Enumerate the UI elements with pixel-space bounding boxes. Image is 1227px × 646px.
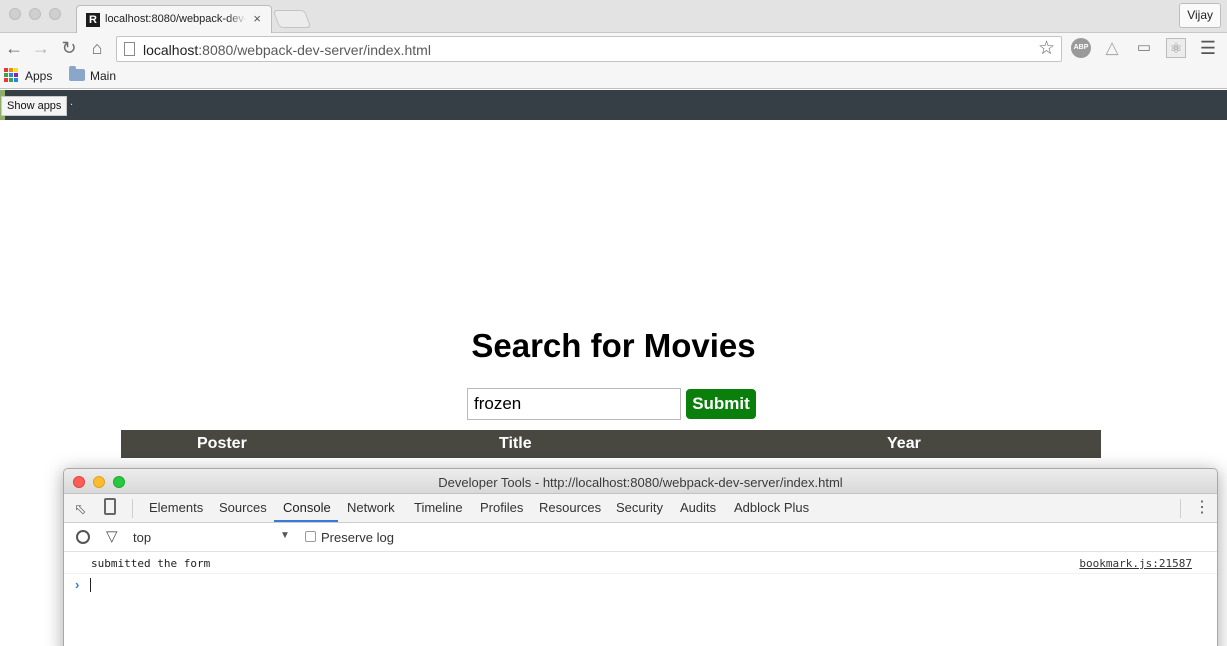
- console-message-text: submitted the form: [91, 557, 211, 570]
- tab-profiles[interactable]: Profiles: [480, 500, 523, 515]
- devtools-title: Developer Tools - http://localhost:8080/…: [438, 475, 843, 490]
- movie-search-input[interactable]: frozen: [467, 388, 681, 420]
- page-top-bar: [0, 90, 1227, 120]
- home-icon[interactable]: ⌂: [87, 37, 107, 59]
- profile-button[interactable]: Vijay: [1179, 3, 1221, 28]
- results-table-header: Poster Title Year: [121, 430, 1101, 458]
- filter-icon[interactable]: ▽: [106, 527, 118, 545]
- dropdown-arrow-icon[interactable]: ▼: [280, 530, 290, 541]
- new-tab-button[interactable]: [272, 10, 312, 28]
- window-minimize-button[interactable]: [29, 8, 41, 20]
- browser-tab-active[interactable]: R localhost:8080/webpack-dev-server/inde…: [76, 5, 272, 34]
- apps-grid-dot: [4, 78, 8, 82]
- preserve-log-label: Preserve log: [321, 530, 394, 545]
- apps-grid-dot: [9, 73, 13, 77]
- back-arrow-icon[interactable]: ←: [4, 37, 24, 59]
- window-close-button[interactable]: [9, 8, 21, 20]
- bookmark-apps[interactable]: Apps: [25, 69, 52, 83]
- tab-adblock-plus[interactable]: Adblock Plus: [734, 500, 809, 515]
- browser-tab-strip: R localhost:8080/webpack-dev-server/inde…: [0, 0, 1227, 34]
- submit-button[interactable]: Submit: [686, 389, 756, 419]
- inspect-element-icon[interactable]: ⬁: [74, 500, 87, 518]
- folder-icon: [69, 66, 85, 81]
- context-selector[interactable]: top: [133, 530, 151, 545]
- tab-audits[interactable]: Audits: [680, 500, 716, 515]
- tab-network[interactable]: Network: [347, 500, 395, 515]
- apps-grid-dot: [4, 73, 8, 77]
- tab-resources[interactable]: Resources: [539, 500, 601, 515]
- console-message: submitted the form bookmark.js:21587: [64, 553, 1217, 574]
- toolbar-divider: [132, 499, 133, 518]
- address-bar[interactable]: localhost:8080/webpack-dev-server/index.…: [116, 36, 1062, 62]
- url-path: :8080/webpack-dev-server/index.html: [198, 42, 431, 58]
- clear-console-icon[interactable]: [76, 530, 90, 544]
- tab-sources[interactable]: Sources: [219, 500, 267, 515]
- browser-toolbar: ← → ↻ ⌂ localhost:8080/webpack-dev-serve…: [0, 33, 1227, 64]
- apps-grid-dot: [14, 78, 18, 82]
- tab-security[interactable]: Security: [616, 500, 663, 515]
- page-info-icon[interactable]: [124, 42, 135, 56]
- forward-arrow-icon[interactable]: →: [31, 37, 51, 59]
- window-zoom-button[interactable]: [49, 8, 61, 20]
- tab-timeline[interactable]: Timeline: [414, 500, 463, 515]
- active-tab-indicator: [274, 520, 338, 522]
- apps-grid-dot: [4, 68, 8, 72]
- bookmarks-bar: Apps Main: [0, 64, 1227, 89]
- device-mode-icon[interactable]: [104, 498, 116, 515]
- hamburger-menu-icon[interactable]: ☰: [1199, 38, 1217, 58]
- star-icon[interactable]: ☆: [1038, 38, 1055, 60]
- tab-title: localhost:8080/webpack-dev-server/index.…: [105, 13, 247, 25]
- column-year: Year: [887, 435, 921, 452]
- apps-grid-dot: [9, 78, 13, 82]
- tab-console[interactable]: Console: [283, 500, 331, 515]
- devtools-tab-bar: ⬁ Elements Sources Console Network Timel…: [64, 494, 1217, 523]
- page-title: Search for Movies: [471, 327, 756, 364]
- apps-grid-dot: [14, 68, 18, 72]
- reload-icon[interactable]: ↻: [59, 37, 79, 59]
- cast-icon[interactable]: ▭: [1134, 38, 1154, 58]
- google-drive-icon[interactable]: △: [1102, 38, 1122, 58]
- adblock-plus-icon[interactable]: ABP: [1071, 38, 1091, 58]
- apps-grid-dot: [9, 68, 13, 72]
- tab-close-icon[interactable]: ×: [253, 11, 261, 26]
- console-filter-bar: ▽ top ▼ Preserve log: [64, 524, 1217, 552]
- url-host: localhost: [143, 42, 199, 58]
- devtools-titlebar: Developer Tools - http://localhost:8080/…: [64, 469, 1217, 494]
- column-poster: Poster: [197, 435, 247, 452]
- react-devtools-icon[interactable]: ⚛: [1166, 38, 1186, 58]
- toolbar-divider: [1180, 499, 1181, 518]
- console-prompt-icon: ›: [75, 577, 80, 592]
- more-options-icon[interactable]: ⋮: [1194, 498, 1210, 518]
- url-text[interactable]: localhost:8080/webpack-dev-server/index.…: [143, 42, 431, 58]
- preserve-log-checkbox[interactable]: [305, 531, 316, 542]
- top-bar-dot: .: [70, 96, 74, 108]
- tab-elements[interactable]: Elements: [149, 500, 203, 515]
- console-message-source-link[interactable]: bookmark.js:21587: [1079, 557, 1192, 570]
- console-input-cursor[interactable]: [90, 578, 91, 592]
- react-favicon-icon: R: [86, 13, 100, 27]
- devtools-window: Developer Tools - http://localhost:8080/…: [63, 468, 1218, 646]
- apps-grid-icon[interactable]: [4, 68, 18, 82]
- bookmark-main[interactable]: Main: [90, 69, 116, 83]
- show-apps-tooltip: Show apps: [1, 96, 68, 116]
- column-title: Title: [499, 435, 532, 452]
- screen: R localhost:8080/webpack-dev-server/inde…: [0, 0, 1227, 646]
- apps-grid-dot: [14, 73, 18, 77]
